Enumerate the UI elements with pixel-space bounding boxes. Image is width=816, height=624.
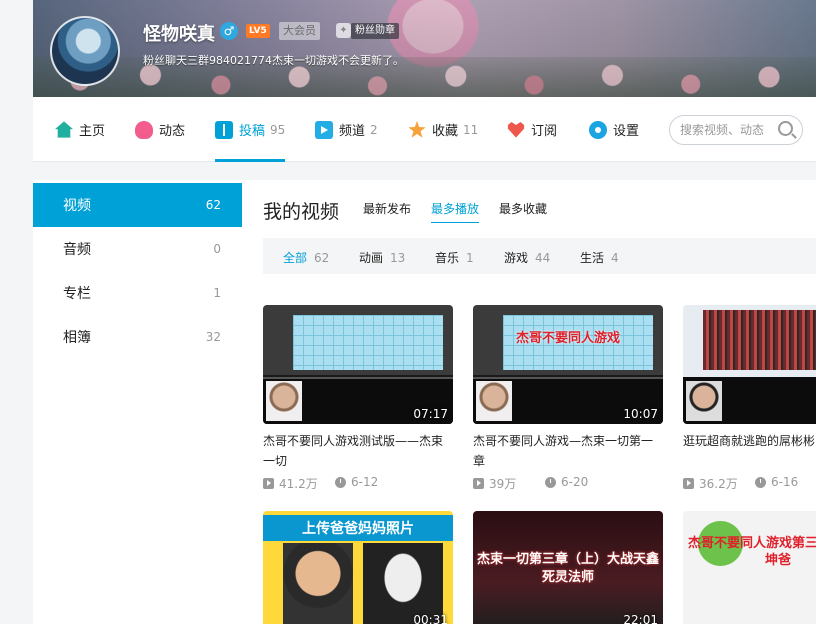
sidebar-item-album[interactable]: 相簿 32 (33, 315, 242, 359)
filter-game[interactable]: 游戏 44 (504, 249, 550, 266)
filter-all[interactable]: 全部 62 (283, 249, 329, 266)
home-icon (55, 121, 73, 138)
profile-nav: 主页 动态 投稿 95 频道 2 收藏 11 订阅 设置 搜索视频、动态 (33, 97, 816, 162)
play-count: 36.2万 (683, 475, 738, 492)
filter-life[interactable]: 生活 4 (580, 249, 619, 266)
sort-latest[interactable]: 最新发布 (363, 200, 411, 222)
clock-icon (545, 476, 556, 488)
video-card[interactable]: 逛玩超商就逃跑的屌彬彬 36.2万 6-16 (683, 305, 816, 495)
favorite-count: 11 (463, 122, 479, 137)
username: 怪物咲真 (143, 24, 215, 45)
video-duration: 07:17 (413, 407, 448, 421)
video-title[interactable]: 杰哥不要同人游戏测试版——杰束一切 (263, 431, 453, 471)
upload-date: 6-20 (545, 475, 588, 489)
sort-most-played[interactable]: 最多播放 (431, 200, 480, 223)
video-title[interactable]: 逛玩超商就逃跑的屌彬彬 (683, 431, 816, 451)
nav-upload[interactable]: 投稿 95 (215, 97, 286, 162)
channel-count: 2 (370, 122, 378, 137)
favorite-icon (408, 120, 426, 138)
level-badge: LV5 (246, 24, 270, 38)
video-card[interactable]: 上传爸爸妈妈照片 00:31 (263, 511, 453, 624)
play-count-icon (473, 478, 484, 489)
upload-date: 6-16 (755, 475, 798, 489)
video-duration: 00:31 (413, 613, 448, 624)
medal-icon: ✦ (336, 23, 351, 38)
nav-favorite[interactable]: 收藏 11 (408, 97, 478, 162)
video-thumbnail[interactable]: 杰哥不要同人游戏第三 彬彬VS坤爸 (683, 511, 816, 624)
channel-icon (315, 120, 333, 139)
play-count: 39万 (473, 475, 516, 492)
filter-music[interactable]: 音乐 1 (435, 249, 474, 266)
video-duration: 10:07 (623, 407, 658, 421)
video-thumbnail[interactable]: 07:17 (263, 305, 453, 424)
clock-icon (755, 476, 766, 488)
video-duration: 22:01 (623, 613, 658, 624)
avatar[interactable] (50, 16, 120, 86)
upload-count: 95 (270, 122, 286, 137)
video-card[interactable]: 杰哥不要同人游戏 10:07 杰哥不要同人游戏—杰束一切第一章 39万 6-20 (473, 305, 663, 495)
sidebar-item-audio[interactable]: 音频 0 (33, 227, 242, 271)
user-signature: 粉丝聊天三群984021774杰束一切游戏不会更新了。 (143, 54, 404, 67)
subscribe-icon (507, 121, 525, 138)
upload-date: 6-12 (335, 475, 378, 489)
nav-home[interactable]: 主页 (55, 97, 105, 162)
male-gender-icon: ♂ (220, 22, 238, 40)
content-type-sidebar: 视频 62 音频 0 专栏 1 相簿 32 (33, 180, 242, 624)
nav-settings[interactable]: 设置 (589, 97, 639, 162)
nav-channel[interactable]: 频道 2 (315, 97, 378, 162)
category-filter-bar: 全部 62 动画 13 音乐 1 游戏 44 生活 4 (263, 238, 816, 274)
upload-icon (215, 120, 233, 139)
play-count-icon (683, 478, 694, 489)
video-card[interactable]: 杰哥不要同人游戏第三 彬彬VS坤爸 (683, 511, 816, 624)
dynamic-icon (135, 120, 153, 139)
video-list-panel: 我的视频 最新发布 最多播放 最多收藏 全部 62 动画 13 音乐 1 游戏 44 生… (242, 180, 816, 624)
sidebar-item-article[interactable]: 专栏 1 (33, 271, 242, 315)
profile-banner (33, 0, 816, 97)
nav-dynamic[interactable]: 动态 (135, 97, 185, 162)
settings-icon (589, 120, 607, 139)
fan-medal-badge[interactable]: 粉丝勋章 (351, 23, 399, 39)
video-title[interactable]: 杰哥不要同人游戏—杰束一切第一章 (473, 431, 663, 471)
video-thumbnail[interactable]: 杰束一切第三章（上）大战天鑫死灵法师 22:01 (473, 511, 663, 624)
sidebar-item-video[interactable]: 视频 62 (33, 183, 242, 227)
sort-most-favorited[interactable]: 最多收藏 (499, 200, 547, 222)
video-thumbnail[interactable]: 杰哥不要同人游戏 10:07 (473, 305, 663, 424)
video-card[interactable]: 07:17 杰哥不要同人游戏测试版——杰束一切 41.2万 6-12 (263, 305, 453, 495)
vip-badge[interactable]: 大会员 (279, 22, 320, 40)
video-thumbnail[interactable]: 上传爸爸妈妈照片 00:31 (263, 511, 453, 624)
video-card[interactable]: 杰束一切第三章（上）大战天鑫死灵法师 22:01 (473, 511, 663, 624)
play-count: 41.2万 (263, 475, 318, 492)
video-thumbnail[interactable] (683, 305, 816, 424)
filter-animation[interactable]: 动画 13 (359, 249, 405, 266)
clock-icon (335, 476, 346, 488)
play-count-icon (263, 478, 274, 489)
page-title: 我的视频 (263, 201, 340, 223)
search-icon[interactable] (778, 121, 793, 136)
nav-subscribe[interactable]: 订阅 (507, 97, 557, 162)
